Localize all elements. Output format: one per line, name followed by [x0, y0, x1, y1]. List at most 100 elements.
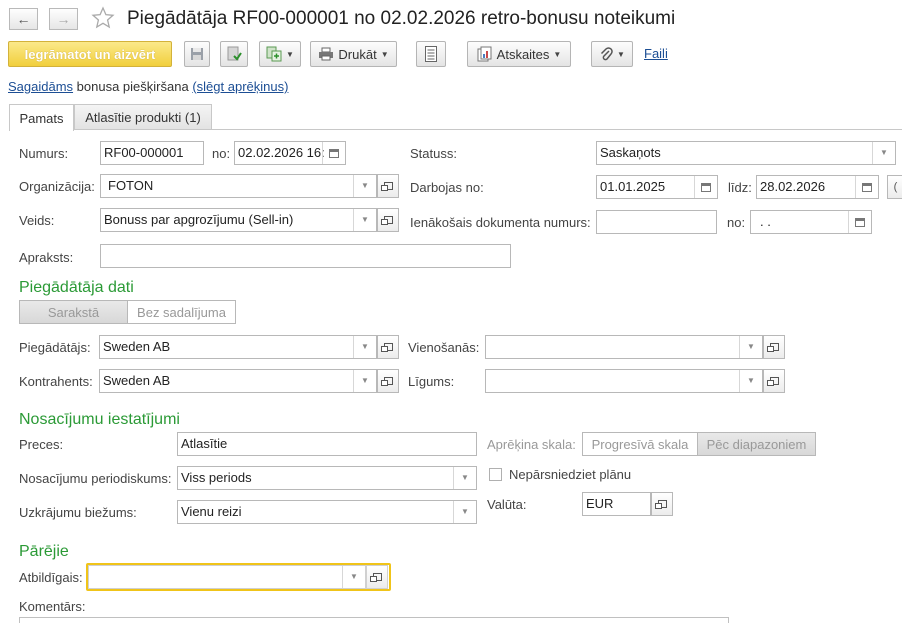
agreement-field[interactable]: ▼	[485, 335, 763, 359]
incoming-date-field[interactable]: . .	[750, 210, 872, 234]
agreement-open-button[interactable]	[763, 335, 785, 359]
chevron-down-icon[interactable]: ▼	[342, 566, 365, 588]
status-expected-link[interactable]: Sagaidāms	[8, 79, 73, 94]
chevron-down-icon[interactable]: ▼	[739, 370, 762, 392]
reports-label: Atskaites	[496, 46, 550, 62]
currency-open-button[interactable]	[651, 492, 673, 516]
incoming-number-label: Ienākošais dokumenta numurs:	[410, 215, 591, 230]
chevron-down-icon[interactable]: ▼	[872, 142, 895, 164]
segment-no-split[interactable]: Bez sadalījuma	[127, 300, 236, 324]
until-field[interactable]: 28.02.2026	[756, 175, 879, 199]
back-button[interactable]: ←	[9, 8, 38, 30]
chevron-down-icon[interactable]: ▼	[453, 467, 476, 489]
incoming-date-value: . .	[760, 214, 771, 229]
status-label: Statuss:	[410, 146, 457, 161]
files-link[interactable]: Faili	[644, 46, 668, 61]
supplier-label: Piegādātājs:	[19, 340, 91, 355]
type-field[interactable]: Bonuss par apgrozījumu (Sell-in) ▼	[100, 208, 377, 232]
supplier-open-button[interactable]	[377, 335, 399, 359]
create-based-on-button[interactable]: ▼	[259, 41, 301, 67]
currency-value: EUR	[586, 496, 614, 511]
accrual-frequency-value: Vienu reizi	[181, 504, 242, 519]
accrual-frequency-select[interactable]: Vienu reizi ▼	[177, 500, 477, 524]
comment-field[interactable]	[19, 617, 729, 623]
incoming-date-label: no:	[727, 215, 746, 230]
calendar-icon[interactable]	[848, 211, 871, 233]
number-value: RF00-000001	[104, 145, 184, 160]
status-select[interactable]: Saskaņots ▼	[596, 141, 896, 165]
close-calculations-link[interactable]: (slēgt aprēķinus)	[192, 79, 288, 94]
post-button[interactable]	[220, 41, 248, 67]
period-button[interactable]: (	[887, 175, 902, 199]
attachments-button[interactable]: ▼	[591, 41, 633, 67]
calendar-icon[interactable]	[322, 142, 345, 164]
tab-products-label: Atlasītie produkti (1)	[85, 110, 201, 125]
save-button[interactable]	[184, 41, 210, 67]
goods-field[interactable]: Atlasītie	[177, 432, 477, 456]
arrow-left-icon: ←	[16, 11, 31, 27]
print-button[interactable]: Drukāt ▼	[310, 41, 397, 67]
chevron-down-icon: ▼	[617, 49, 625, 59]
tab-main-label: Pamats	[19, 110, 64, 126]
organization-value: FOTON	[108, 178, 154, 193]
currency-field[interactable]: EUR	[582, 492, 651, 516]
chevron-down-icon[interactable]: ▼	[739, 336, 762, 358]
scale-progressive-button[interactable]: Progresīvā skala	[582, 432, 698, 456]
list-view-button[interactable]	[416, 41, 446, 67]
currency-label: Valūta:	[487, 497, 527, 512]
chevron-down-icon[interactable]: ▼	[353, 336, 376, 358]
supplier-field[interactable]: Sweden AB ▼	[99, 335, 377, 359]
chevron-down-icon[interactable]: ▼	[353, 209, 376, 231]
create-based-on-icon	[266, 46, 282, 62]
forward-button[interactable]: →	[49, 8, 78, 30]
organization-open-button[interactable]	[377, 174, 399, 198]
responsible-open-button[interactable]	[366, 565, 388, 589]
open-window-icon	[654, 500, 667, 509]
contract-label: Līgums:	[408, 374, 455, 389]
period-icon: (	[893, 181, 898, 193]
organization-field[interactable]: FOTON ▼	[100, 174, 377, 198]
date-field[interactable]: 02.02.2026 16:	[234, 141, 346, 165]
tab-selected-products[interactable]: Atlasītie produkti (1)	[74, 104, 212, 130]
no-exceed-plan-checkbox[interactable]	[489, 468, 502, 481]
number-field[interactable]: RF00-000001	[100, 141, 204, 165]
counterparty-field[interactable]: Sweden AB ▼	[99, 369, 377, 393]
until-label: līdz:	[728, 180, 752, 195]
post-document-icon	[227, 46, 242, 61]
periodicity-select[interactable]: Viss periods ▼	[177, 466, 477, 490]
responsible-field[interactable]: ▼	[88, 565, 366, 589]
description-label: Apraksts:	[19, 250, 74, 265]
agreement-label: Vienošanās:	[408, 340, 480, 355]
works-from-field[interactable]: 01.01.2025	[596, 175, 718, 199]
chevron-down-icon[interactable]: ▼	[453, 501, 476, 523]
date-value: 02.02.2026 16:	[238, 145, 325, 160]
segment-list-label: Sarakstā	[47, 304, 100, 320]
contract-field[interactable]: ▼	[485, 369, 763, 393]
chevron-down-icon: ▼	[553, 49, 562, 59]
description-field[interactable]	[100, 244, 511, 268]
calendar-icon[interactable]	[694, 176, 717, 198]
reports-button[interactable]: Atskaites ▼	[467, 41, 571, 67]
segment-list[interactable]: Sarakstā	[19, 300, 128, 324]
works-from-label: Darbojas no:	[410, 180, 484, 195]
post-and-close-label: Iegrāmatot un aizvērt	[24, 46, 156, 62]
arrow-right-icon: →	[56, 11, 71, 27]
tab-main[interactable]: Pamats	[9, 104, 74, 131]
works-from-value: 01.01.2025	[600, 179, 666, 194]
open-window-icon	[766, 377, 779, 386]
chevron-down-icon[interactable]: ▼	[353, 370, 376, 392]
scale-ranges-button[interactable]: Pēc diapazoniem	[697, 432, 816, 456]
scale-ranges-label: Pēc diapazoniem	[706, 436, 807, 452]
calendar-icon[interactable]	[855, 176, 878, 198]
contract-open-button[interactable]	[763, 369, 785, 393]
open-window-icon	[766, 343, 779, 352]
status-line: Sagaidāms bonusa piešķiršana (slēgt aprē…	[8, 79, 288, 94]
favorite-star-icon[interactable]	[91, 6, 115, 33]
chevron-down-icon[interactable]: ▼	[353, 175, 376, 197]
type-open-button[interactable]	[377, 208, 399, 232]
accrual-frequency-label: Uzkrājumu biežums:	[19, 505, 137, 520]
counterparty-open-button[interactable]	[377, 369, 399, 393]
incoming-number-field[interactable]	[596, 210, 717, 234]
post-and-close-button[interactable]: Iegrāmatot un aizvērt	[8, 41, 172, 67]
periodicity-value: Viss periods	[181, 470, 252, 485]
